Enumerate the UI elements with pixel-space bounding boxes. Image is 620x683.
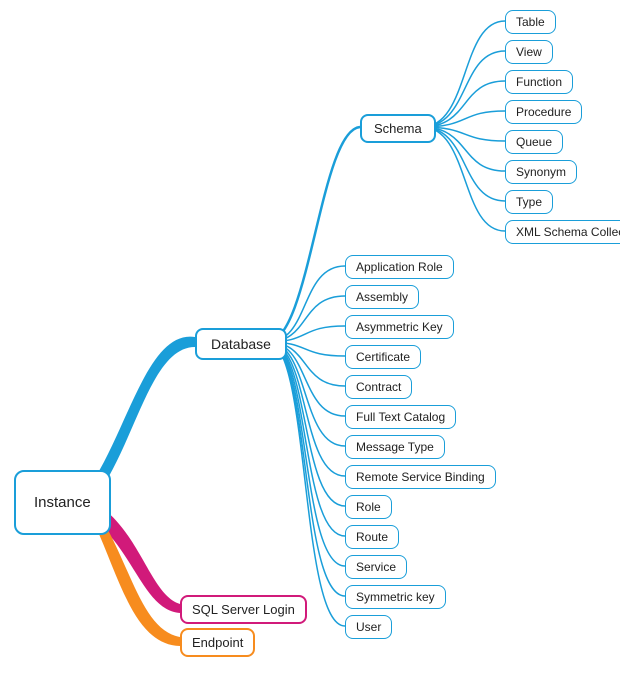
- node-message-type[interactable]: Message Type: [345, 435, 445, 459]
- node-label: Remote Service Binding: [356, 470, 485, 484]
- node-label: Table: [516, 15, 545, 29]
- node-service[interactable]: Service: [345, 555, 407, 579]
- node-view[interactable]: View: [505, 40, 553, 64]
- node-role[interactable]: Role: [345, 495, 392, 519]
- node-remote-service-binding[interactable]: Remote Service Binding: [345, 465, 496, 489]
- node-label: Message Type: [356, 440, 434, 454]
- node-label: SQL Server Login: [192, 602, 295, 617]
- node-function[interactable]: Function: [505, 70, 573, 94]
- node-label: Certificate: [356, 350, 410, 364]
- node-symmetric-key[interactable]: Symmetric key: [345, 585, 446, 609]
- node-synonym[interactable]: Synonym: [505, 160, 577, 184]
- node-user[interactable]: User: [345, 615, 392, 639]
- node-application-role[interactable]: Application Role: [345, 255, 454, 279]
- node-label: Function: [516, 75, 562, 89]
- node-asymmetric-key[interactable]: Asymmetric Key: [345, 315, 454, 339]
- node-label: Asymmetric Key: [356, 320, 443, 334]
- node-label: Service: [356, 560, 396, 574]
- node-label: Assembly: [356, 290, 408, 304]
- node-full-text-catalog[interactable]: Full Text Catalog: [345, 405, 456, 429]
- node-xml-schema-collection[interactable]: XML Schema Collection: [505, 220, 620, 244]
- node-label: Database: [211, 336, 271, 352]
- node-label: Symmetric key: [356, 590, 435, 604]
- node-label: Queue: [516, 135, 552, 149]
- node-label: Synonym: [516, 165, 566, 179]
- node-schema[interactable]: Schema: [360, 114, 436, 143]
- node-label: Full Text Catalog: [356, 410, 445, 424]
- node-contract[interactable]: Contract: [345, 375, 412, 399]
- node-label: Role: [356, 500, 381, 514]
- node-label: Type: [516, 195, 542, 209]
- node-label: Endpoint: [192, 635, 243, 650]
- node-endpoint[interactable]: Endpoint: [180, 628, 255, 657]
- node-label: Schema: [374, 121, 422, 136]
- node-certificate[interactable]: Certificate: [345, 345, 421, 369]
- node-label: User: [356, 620, 381, 634]
- node-sql-server-login[interactable]: SQL Server Login: [180, 595, 307, 624]
- node-label: Application Role: [356, 260, 443, 274]
- node-queue[interactable]: Queue: [505, 130, 563, 154]
- node-label: XML Schema Collection: [516, 225, 620, 239]
- node-label: Instance: [34, 494, 91, 511]
- node-route[interactable]: Route: [345, 525, 399, 549]
- node-database[interactable]: Database: [195, 328, 287, 360]
- node-procedure[interactable]: Procedure: [505, 100, 582, 124]
- node-label: Procedure: [516, 105, 571, 119]
- node-label: View: [516, 45, 542, 59]
- node-label: Contract: [356, 380, 401, 394]
- node-table[interactable]: Table: [505, 10, 556, 34]
- node-label: Route: [356, 530, 388, 544]
- node-instance[interactable]: Instance: [14, 470, 111, 535]
- node-assembly[interactable]: Assembly: [345, 285, 419, 309]
- node-type[interactable]: Type: [505, 190, 553, 214]
